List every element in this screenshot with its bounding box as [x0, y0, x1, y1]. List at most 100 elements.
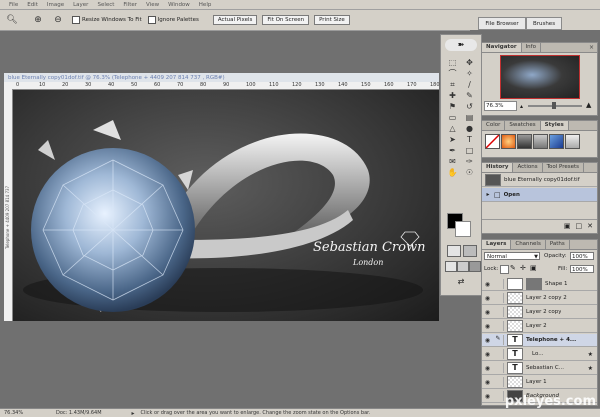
jump-to-imageready-icon[interactable]: ⇄ [451, 277, 471, 287]
history-state-open[interactable]: ▸ □ Open [482, 188, 597, 202]
zoom-out-icon[interactable]: ⊖ [50, 13, 66, 27]
healing-brush-tool-icon[interactable]: ✚ [444, 90, 461, 101]
opacity-field[interactable]: 100% [570, 252, 594, 260]
status-doc-size[interactable]: Doc: 1.43M/9.64M [56, 410, 102, 416]
close-icon[interactable]: × [589, 44, 594, 51]
navigator-preview[interactable] [500, 55, 580, 99]
link-slot[interactable] [493, 349, 504, 359]
tab-swatches[interactable]: Swatches [505, 121, 541, 130]
layer-row-selected[interactable]: ◉ ✎ T Telephone + 4... [482, 334, 597, 347]
resize-windows-checkbox[interactable]: Resize Windows To Fit [72, 16, 142, 24]
menu-edit[interactable]: Edit [27, 2, 38, 8]
crop-tool-icon[interactable]: ⌗ [444, 79, 461, 90]
history-snapshot[interactable]: blue Eternally copy01dof.tif [482, 173, 597, 187]
menu-file[interactable]: File [9, 2, 18, 8]
vertical-ruler[interactable]: Telephone + 4409 207 814 737 [4, 89, 13, 321]
tab-history[interactable]: History [482, 163, 514, 172]
brush-tool-icon[interactable]: ✎ [461, 90, 478, 101]
path-selection-tool-icon[interactable]: ➤ [444, 134, 461, 145]
eye-icon[interactable]: ◉ [482, 281, 493, 288]
menu-filter[interactable]: Filter [123, 2, 137, 8]
slice-tool-icon[interactable]: ∕ [461, 79, 478, 90]
layer-row[interactable]: ◉ Layer 2 [482, 320, 597, 333]
type-tool-icon[interactable]: T [461, 134, 478, 145]
menu-image[interactable]: Image [47, 2, 64, 8]
feather-logo-icon[interactable]: ➽ [445, 39, 477, 51]
blur-tool-icon[interactable]: △ [444, 123, 461, 134]
lasso-tool-icon[interactable]: ⌒ [444, 68, 461, 79]
tab-actions[interactable]: Actions [513, 163, 543, 172]
eyedropper-tool-icon[interactable]: ✑ [461, 156, 478, 167]
screen-mode-standard-icon[interactable] [445, 261, 457, 272]
gradient-tool-icon[interactable]: ▤ [461, 112, 478, 123]
tab-paths[interactable]: Paths [546, 240, 570, 249]
history-brush-tool-icon[interactable]: ↺ [461, 101, 478, 112]
lock-paint-icon[interactable]: ✎ [510, 264, 516, 272]
layer-row[interactable]: ◉ Layer 1 [482, 376, 597, 389]
trash-icon[interactable]: ✕ [587, 222, 593, 230]
tab-layers[interactable]: Layers [482, 240, 512, 249]
status-arrow-icon[interactable]: ▸ [132, 410, 135, 417]
zoom-in-small-icon[interactable]: ▲ [586, 101, 591, 109]
horizontal-ruler[interactable]: 0 10 20 30 40 50 60 70 80 90 100 110 120 130 140 150 160… [4, 82, 440, 90]
status-zoom[interactable]: 76.34% [4, 410, 26, 416]
print-size-button[interactable]: Print Size [314, 15, 350, 25]
eye-icon[interactable]: ◉ [482, 365, 493, 372]
marquee-tool-icon[interactable]: ⬚ [444, 57, 461, 68]
stamp-tool-icon[interactable]: ⚑ [444, 101, 461, 112]
eye-icon[interactable]: ◉ [482, 351, 493, 358]
eye-icon[interactable]: ◉ [482, 393, 493, 400]
move-tool-icon[interactable]: ✥ [461, 57, 478, 68]
blend-mode-select[interactable]: Normal ▼ [484, 252, 540, 260]
layer-row[interactable]: ◉ Layer 2 copy [482, 306, 597, 319]
layer-row[interactable]: ◉ Shape 1 [482, 278, 597, 291]
style-swatch-orange[interactable] [501, 134, 516, 149]
quick-mask-icon[interactable] [463, 245, 477, 257]
lock-transparency-icon[interactable] [500, 265, 509, 274]
zoom-out-small-icon[interactable]: ▴ [520, 103, 523, 110]
layer-row[interactable]: ◉ T Lo... ★ [482, 348, 597, 361]
eye-icon[interactable]: ◉ [482, 337, 493, 344]
tab-styles[interactable]: Styles [540, 121, 569, 130]
screen-mode-full-icon[interactable] [469, 261, 481, 272]
layer-row[interactable]: ◉ T Sebastian C... ★ [482, 362, 597, 375]
fill-field[interactable]: 100% [570, 265, 594, 273]
dodge-tool-icon[interactable]: ● [461, 123, 478, 134]
link-slot[interactable] [493, 363, 504, 373]
menu-select[interactable]: Select [97, 2, 114, 8]
menu-view[interactable]: View [146, 2, 159, 8]
zoom-icon[interactable]: 🔍︎ [4, 13, 20, 27]
eye-icon[interactable]: ◉ [482, 309, 493, 316]
eye-icon[interactable]: ◉ [482, 295, 493, 302]
screen-mode-full-menu-icon[interactable] [457, 261, 469, 272]
eye-icon[interactable]: ◉ [482, 323, 493, 330]
link-slot[interactable] [493, 377, 504, 387]
link-slot[interactable] [493, 279, 504, 289]
notes-tool-icon[interactable]: ✉ [444, 156, 461, 167]
hand-tool-icon[interactable]: ✋ [444, 167, 461, 178]
style-swatch-light[interactable] [565, 134, 580, 149]
lock-move-icon[interactable]: ✛ [520, 264, 526, 272]
style-swatch-blue[interactable] [549, 134, 564, 149]
lock-all-icon[interactable]: ▣ [530, 264, 537, 272]
file-browser-tab[interactable]: File Browser [478, 17, 526, 30]
pen-tool-icon[interactable]: ✒ [444, 145, 461, 156]
ignore-palettes-checkbox[interactable]: Ignore Palettes [147, 16, 199, 24]
actual-pixels-button[interactable]: Actual Pixels [212, 15, 258, 25]
standard-mode-icon[interactable] [447, 245, 461, 257]
zoom-in-icon[interactable]: ⊕ [30, 13, 46, 27]
link-slot[interactable] [493, 293, 504, 303]
magic-wand-tool-icon[interactable]: ✧ [461, 68, 478, 79]
eye-icon[interactable]: ◉ [482, 379, 493, 386]
document-title[interactable]: blue Eternally copy01dof.tif @ 76.3% (Te… [4, 73, 439, 82]
style-none-swatch[interactable] [485, 134, 500, 149]
style-swatch-silver[interactable] [533, 134, 548, 149]
tab-tool-presets[interactable]: Tool Presets [543, 163, 585, 172]
menu-window[interactable]: Window [168, 2, 190, 8]
menu-layer[interactable]: Layer [73, 2, 88, 8]
new-document-from-state-icon[interactable]: ▣ [564, 222, 571, 230]
new-snapshot-icon[interactable]: □ [576, 222, 583, 230]
menu-help[interactable]: Help [199, 2, 212, 8]
layer-effects-icon[interactable]: ★ [588, 365, 593, 372]
layer-effects-icon[interactable]: ★ [588, 351, 593, 358]
